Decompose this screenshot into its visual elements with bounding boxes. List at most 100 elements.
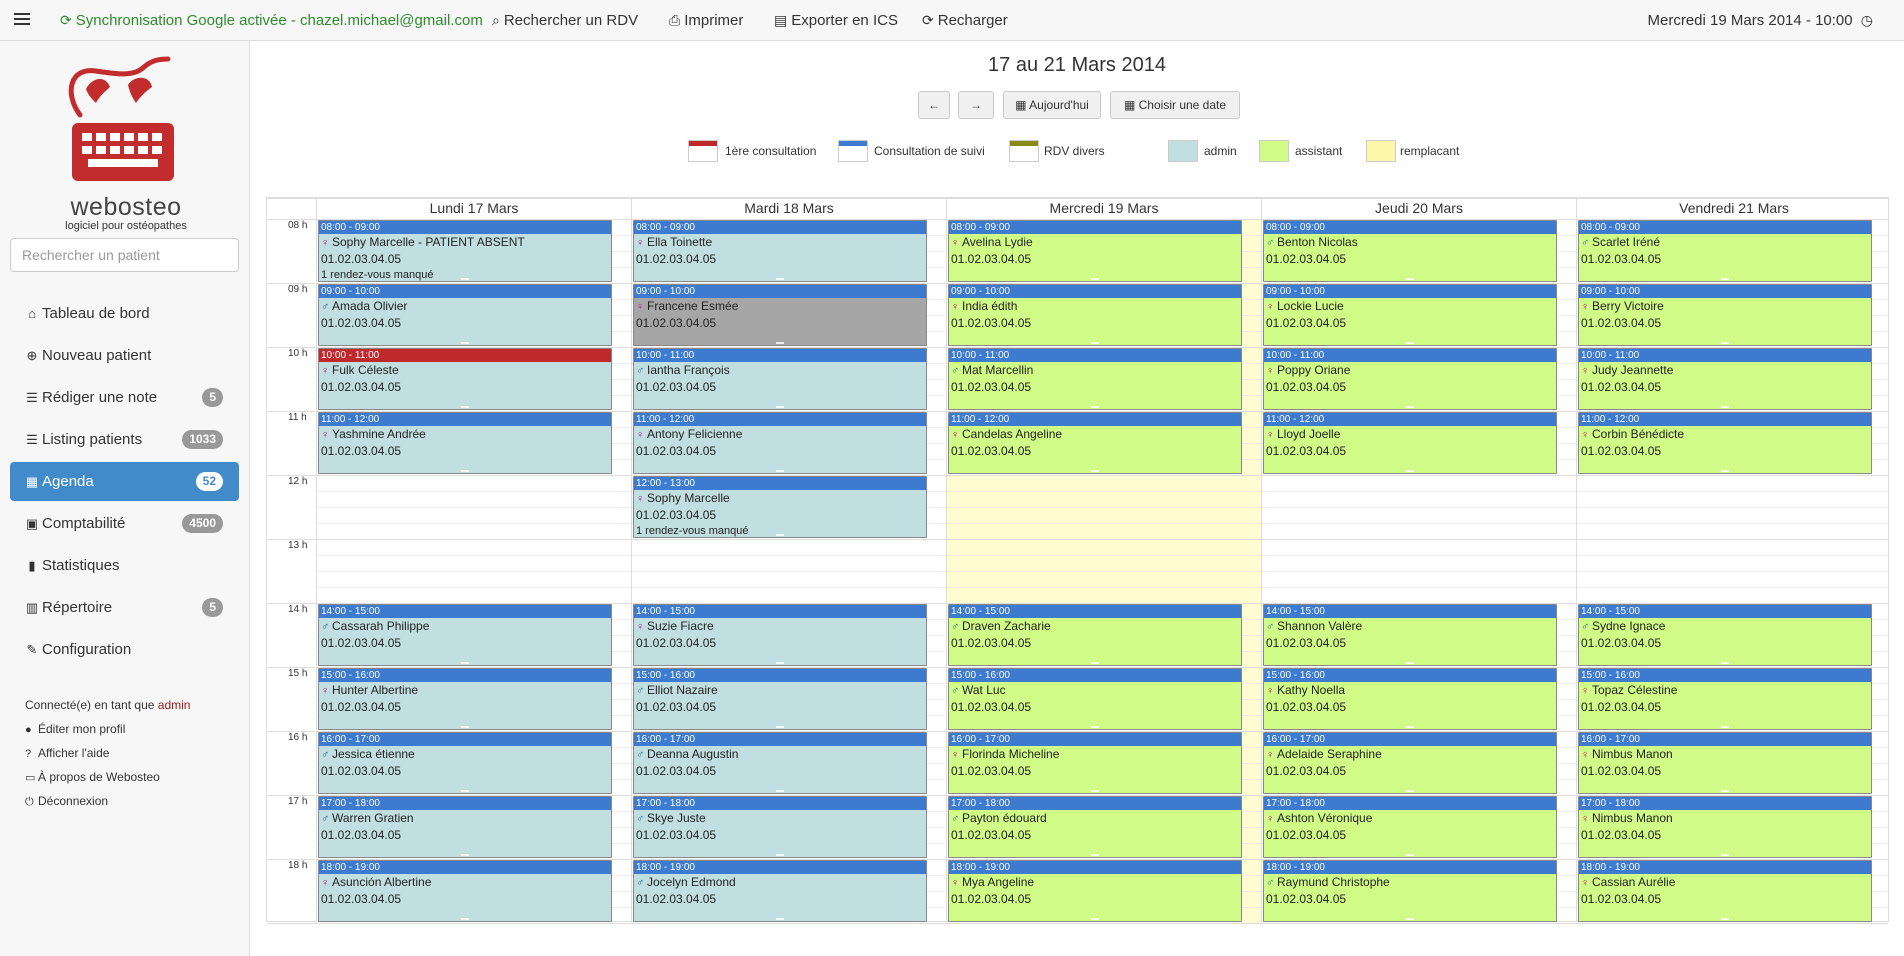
patient-search-input[interactable] xyxy=(10,238,239,272)
previous-week-button[interactable]: ← xyxy=(918,91,950,119)
resize-handle[interactable] xyxy=(776,662,784,664)
appointment-card[interactable]: 14:00 - 15:00 ♂ Sydne Ignace 01.02.03.04.05 xyxy=(1578,604,1872,666)
appointment-card[interactable]: 08:00 - 09:00 ♀ Sophy Marcelle - PATIENT A… xyxy=(318,220,612,282)
appointment-card[interactable]: 18:00 - 19:00 ♂ Raymund Christophe 01.02.03… xyxy=(1263,860,1557,922)
resize-handle[interactable] xyxy=(776,278,784,280)
appointment-card[interactable]: 15:00 - 16:00 ♂ Elliot Nazaire 01.02.03.04.… xyxy=(633,668,927,730)
appointment-card[interactable]: 15:00 - 16:00 ♂ Wat Luc 01.02.03.04.05 xyxy=(948,668,1242,730)
appointment-card[interactable]: 10:00 - 11:00 ♂ Iantha François 01.02.03.04… xyxy=(633,348,927,410)
appointment-card[interactable]: 10:00 - 11:00 ♀ Poppy Oriane 01.02.03.04.05 xyxy=(1263,348,1557,410)
about-link[interactable]: ▭ À propos de Webosteo xyxy=(25,765,240,789)
resize-handle[interactable] xyxy=(1721,726,1729,728)
appointment-card[interactable]: 15:00 - 16:00 ♀ Topaz Célestine 01.02.03.04… xyxy=(1578,668,1872,730)
resize-handle[interactable] xyxy=(461,278,469,280)
resize-handle[interactable] xyxy=(1091,726,1099,728)
appointment-card[interactable]: 16:00 - 17:00 ♀ Adelaide Seraphine 01.02.03… xyxy=(1263,732,1557,794)
resize-handle[interactable] xyxy=(776,918,784,920)
resize-handle[interactable] xyxy=(1406,278,1414,280)
appointment-card[interactable]: 18:00 - 19:00 ♂ Jocelyn Edmond 01.02.03.04.… xyxy=(633,860,927,922)
resize-handle[interactable] xyxy=(1406,470,1414,472)
resize-handle[interactable] xyxy=(1091,342,1099,344)
appointment-card[interactable]: 09:00 - 10:00 ♀ Lockie Lucie 01.02.03.04.05 xyxy=(1263,284,1557,346)
menu-toggle-icon[interactable] xyxy=(14,13,30,27)
resize-handle[interactable] xyxy=(1721,470,1729,472)
resize-handle[interactable] xyxy=(461,726,469,728)
appointment-card[interactable]: 16:00 - 17:00 ♂ Deanna Augustin 01.02.03.04… xyxy=(633,732,927,794)
resize-handle[interactable] xyxy=(1721,790,1729,792)
resize-handle[interactable] xyxy=(1406,662,1414,664)
resize-handle[interactable] xyxy=(776,406,784,408)
appointment-card[interactable]: 16:00 - 17:00 ♀ Florinda Micheline 01.02.03… xyxy=(948,732,1242,794)
resize-handle[interactable] xyxy=(1406,406,1414,408)
resize-handle[interactable] xyxy=(1721,406,1729,408)
sidebar-item-directory[interactable]: ▥ Répertoire 5 xyxy=(10,588,239,627)
appointment-card[interactable]: 16:00 - 17:00 ♂ Jessica étienne 01.02.03.04… xyxy=(318,732,612,794)
appointment-card[interactable]: 11:00 - 12:00 ♀ Corbin Bénédicte 01.02.03.0… xyxy=(1578,412,1872,474)
logout-link[interactable]: ⏻ Déconnexion xyxy=(25,789,240,813)
appointment-card[interactable]: 15:00 - 16:00 ♀ Hunter Albertine 01.02.03.0… xyxy=(318,668,612,730)
resize-handle[interactable] xyxy=(1406,790,1414,792)
appointment-card[interactable]: 18:00 - 19:00 ♀ Mya Angeline 01.02.03.04.05 xyxy=(948,860,1242,922)
appointment-card[interactable]: 17:00 - 18:00 ♂ Warren Gratien 01.02.03.04.… xyxy=(318,796,612,858)
resize-handle[interactable] xyxy=(461,662,469,664)
appointment-card[interactable]: 12:00 - 13:00 ♀ Sophy Marcelle 01.02.03.04.… xyxy=(633,476,927,538)
appointment-card[interactable]: 17:00 - 18:00 ♀ Nimbus Manon 01.02.03.04.05 xyxy=(1578,796,1872,858)
resize-handle[interactable] xyxy=(1406,918,1414,920)
appointment-card[interactable]: 14:00 - 15:00 ♂ Shannon Valère 01.02.03.04.… xyxy=(1263,604,1557,666)
resize-handle[interactable] xyxy=(1091,790,1099,792)
resize-handle[interactable] xyxy=(776,790,784,792)
resize-handle[interactable] xyxy=(1721,342,1729,344)
resize-handle[interactable] xyxy=(1091,278,1099,280)
resize-handle[interactable] xyxy=(461,406,469,408)
appointment-card[interactable]: 14:00 - 15:00 ♂ Draven Zacharie 01.02.03.04… xyxy=(948,604,1242,666)
resize-handle[interactable] xyxy=(776,342,784,344)
resize-handle[interactable] xyxy=(1406,854,1414,856)
appointment-card[interactable]: 17:00 - 18:00 ♀ Ashton Véronique 01.02.03.0… xyxy=(1263,796,1557,858)
appointment-card[interactable]: 08:00 - 09:00 ♂ Scarlet Iréné 01.02.03.04.0… xyxy=(1578,220,1872,282)
resize-handle[interactable] xyxy=(1721,918,1729,920)
print-button[interactable]: ⎙ Imprimer xyxy=(669,11,743,29)
connected-user[interactable]: admin xyxy=(158,698,191,712)
appointment-card[interactable]: 11:00 - 12:00 ♀ Candelas Angeline 01.02.03.… xyxy=(948,412,1242,474)
appointment-card[interactable]: 09:00 - 10:00 ♀ Francene Esmée 01.02.03.04.… xyxy=(633,284,927,346)
resize-handle[interactable] xyxy=(1091,662,1099,664)
resize-handle[interactable] xyxy=(1091,854,1099,856)
sidebar-item-accounting[interactable]: ▣ Comptabilité 4500 xyxy=(10,504,239,543)
sidebar-item-configuration[interactable]: ✎ Configuration xyxy=(10,630,239,669)
resize-handle[interactable] xyxy=(461,918,469,920)
resize-handle[interactable] xyxy=(1721,854,1729,856)
next-week-button[interactable]: → xyxy=(958,91,994,119)
webosteo-logo[interactable]: webosteo logiciel pour ostéopathes xyxy=(56,53,196,238)
resize-handle[interactable] xyxy=(776,470,784,472)
appointment-card[interactable]: 11:00 - 12:00 ♀ Antony Felicienne 01.02.03.… xyxy=(633,412,927,474)
resize-handle[interactable] xyxy=(776,854,784,856)
resize-handle[interactable] xyxy=(1406,342,1414,344)
choose-date-button[interactable]: ▦ Choisir une date xyxy=(1110,91,1240,119)
today-button[interactable]: ▦ Aujourd'hui xyxy=(1003,91,1101,119)
export-ics-button[interactable]: ▤ Exporter en ICS xyxy=(774,11,898,29)
resize-handle[interactable] xyxy=(1091,470,1099,472)
appointment-card[interactable]: 08:00 - 09:00 ♀ Ella Toinette 01.02.03.04.0… xyxy=(633,220,927,282)
sidebar-item-write-note[interactable]: ☰ Rédiger une note 5 xyxy=(10,378,239,417)
sidebar-item-patient-listing[interactable]: ☰ Listing patients 1033 xyxy=(10,420,239,459)
resize-handle[interactable] xyxy=(461,342,469,344)
appointment-card[interactable]: 17:00 - 18:00 ♂ Skye Juste 01.02.03.04.05 xyxy=(633,796,927,858)
google-sync-status[interactable]: ⟳ Synchronisation Google activée - chazel… xyxy=(60,11,483,29)
resize-handle[interactable] xyxy=(1721,662,1729,664)
appointment-card[interactable]: 15:00 - 16:00 ♀ Kathy Noella 01.02.03.04.05 xyxy=(1263,668,1557,730)
sidebar-item-new-patient[interactable]: ⊕ Nouveau patient xyxy=(10,336,239,375)
appointment-card[interactable]: 10:00 - 11:00 ♀ Judy Jeannette 01.02.03.04.… xyxy=(1578,348,1872,410)
appointment-card[interactable]: 14:00 - 15:00 ♂ Cassarah Philippe 01.02.03.… xyxy=(318,604,612,666)
appointment-card[interactable]: 11:00 - 12:00 ♀ Lloyd Joelle 01.02.03.04.05 xyxy=(1263,412,1557,474)
appointment-card[interactable]: 09:00 - 10:00 ♀ Berry Victoire 01.02.03.04.… xyxy=(1578,284,1872,346)
resize-handle[interactable] xyxy=(1721,278,1729,280)
appointment-card[interactable]: 08:00 - 09:00 ♂ Benton Nicolas 01.02.03.04.… xyxy=(1263,220,1557,282)
appointment-card[interactable]: 09:00 - 10:00 ♂ Amada Olivier 01.02.03.04.0… xyxy=(318,284,612,346)
sidebar-item-statistics[interactable]: ▮ Statistiques xyxy=(10,546,239,585)
appointment-card[interactable]: 16:00 - 17:00 ♀ Nimbus Manon 01.02.03.04.05 xyxy=(1578,732,1872,794)
resize-handle[interactable] xyxy=(776,726,784,728)
reload-button[interactable]: ⟳ Recharger xyxy=(922,11,1008,29)
appointment-card[interactable]: 18:00 - 19:00 ♀ Cassian Aurélie 01.02.03.04… xyxy=(1578,860,1872,922)
resize-handle[interactable] xyxy=(1091,406,1099,408)
appointment-card[interactable]: 09:00 - 10:00 ♀ India édith 01.02.03.04.05 xyxy=(948,284,1242,346)
